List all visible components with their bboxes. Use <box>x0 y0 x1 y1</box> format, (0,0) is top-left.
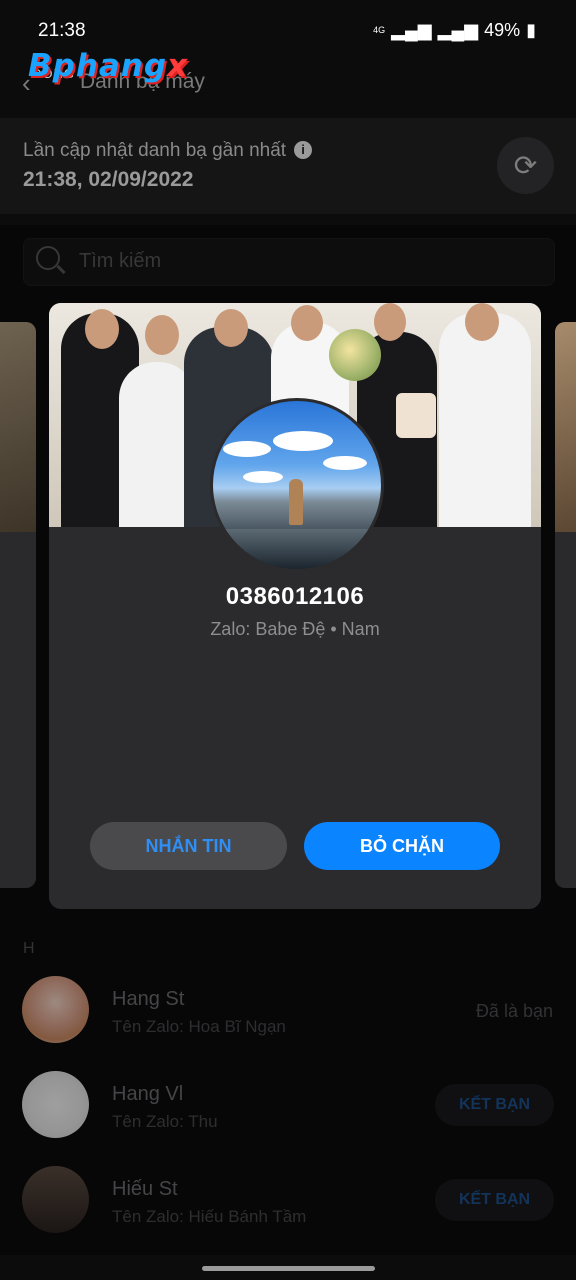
cloud-shape <box>243 471 283 483</box>
photo-head <box>374 303 406 341</box>
side-card-next[interactable] <box>555 322 576 888</box>
cloud-shape <box>223 441 271 457</box>
update-label: Lần cập nhật danh bạ gần nhất i <box>23 140 313 162</box>
handbag <box>396 393 436 438</box>
message-button[interactable]: NHẮN TIN <box>90 822 287 870</box>
battery-icon: ▮ <box>526 20 536 40</box>
photo-head <box>291 305 323 341</box>
status-bar: 21:38 4G ▂▄▆ ▂▄▆ 49% ▮ <box>0 0 576 50</box>
photo-person <box>439 313 531 527</box>
photo-head <box>214 309 248 347</box>
update-card <box>0 118 576 214</box>
side-card-previous[interactable] <box>0 322 36 888</box>
signal-icon-2: ▂▄▆ <box>437 20 479 40</box>
refresh-button[interactable]: ⟳ <box>497 137 554 194</box>
info-icon[interactable]: i <box>294 141 313 159</box>
cloud-shape <box>273 431 333 451</box>
update-timestamp: 21:38, 02/09/2022 <box>23 168 194 191</box>
profile-avatar[interactable] <box>210 398 384 572</box>
status-time: 21:38 <box>38 20 86 41</box>
cover-photo-thumbnail <box>0 322 36 532</box>
photo-head <box>465 303 499 341</box>
photo-head <box>145 315 179 355</box>
profile-phone: 0386012106 <box>225 583 365 610</box>
status-icons: 4G ▂▄▆ ▂▄▆ 49% ▮ <box>373 20 536 41</box>
boat-deck <box>213 529 381 569</box>
profile-modal: 0386012106 Zalo: Babe Đệ • Nam NHẮN TIN … <box>49 303 541 909</box>
avatar-figure <box>289 479 303 525</box>
watermark-logo: Bphangx <box>28 48 189 84</box>
unblock-button[interactable]: BỎ CHẶN <box>304 822 500 870</box>
battery-percent: 49% <box>484 20 521 40</box>
profile-subtitle: Zalo: Babe Đệ • Nam <box>210 619 380 639</box>
photo-head <box>85 309 119 349</box>
flower-bouquet <box>329 329 381 381</box>
cover-photo-thumbnail <box>555 322 576 532</box>
home-indicator[interactable] <box>202 1266 375 1271</box>
cloud-shape <box>323 456 367 470</box>
refresh-icon: ⟳ <box>513 150 538 181</box>
signal-icon: ▂▄▆ <box>391 20 432 40</box>
network-type: 4G <box>373 25 386 35</box>
